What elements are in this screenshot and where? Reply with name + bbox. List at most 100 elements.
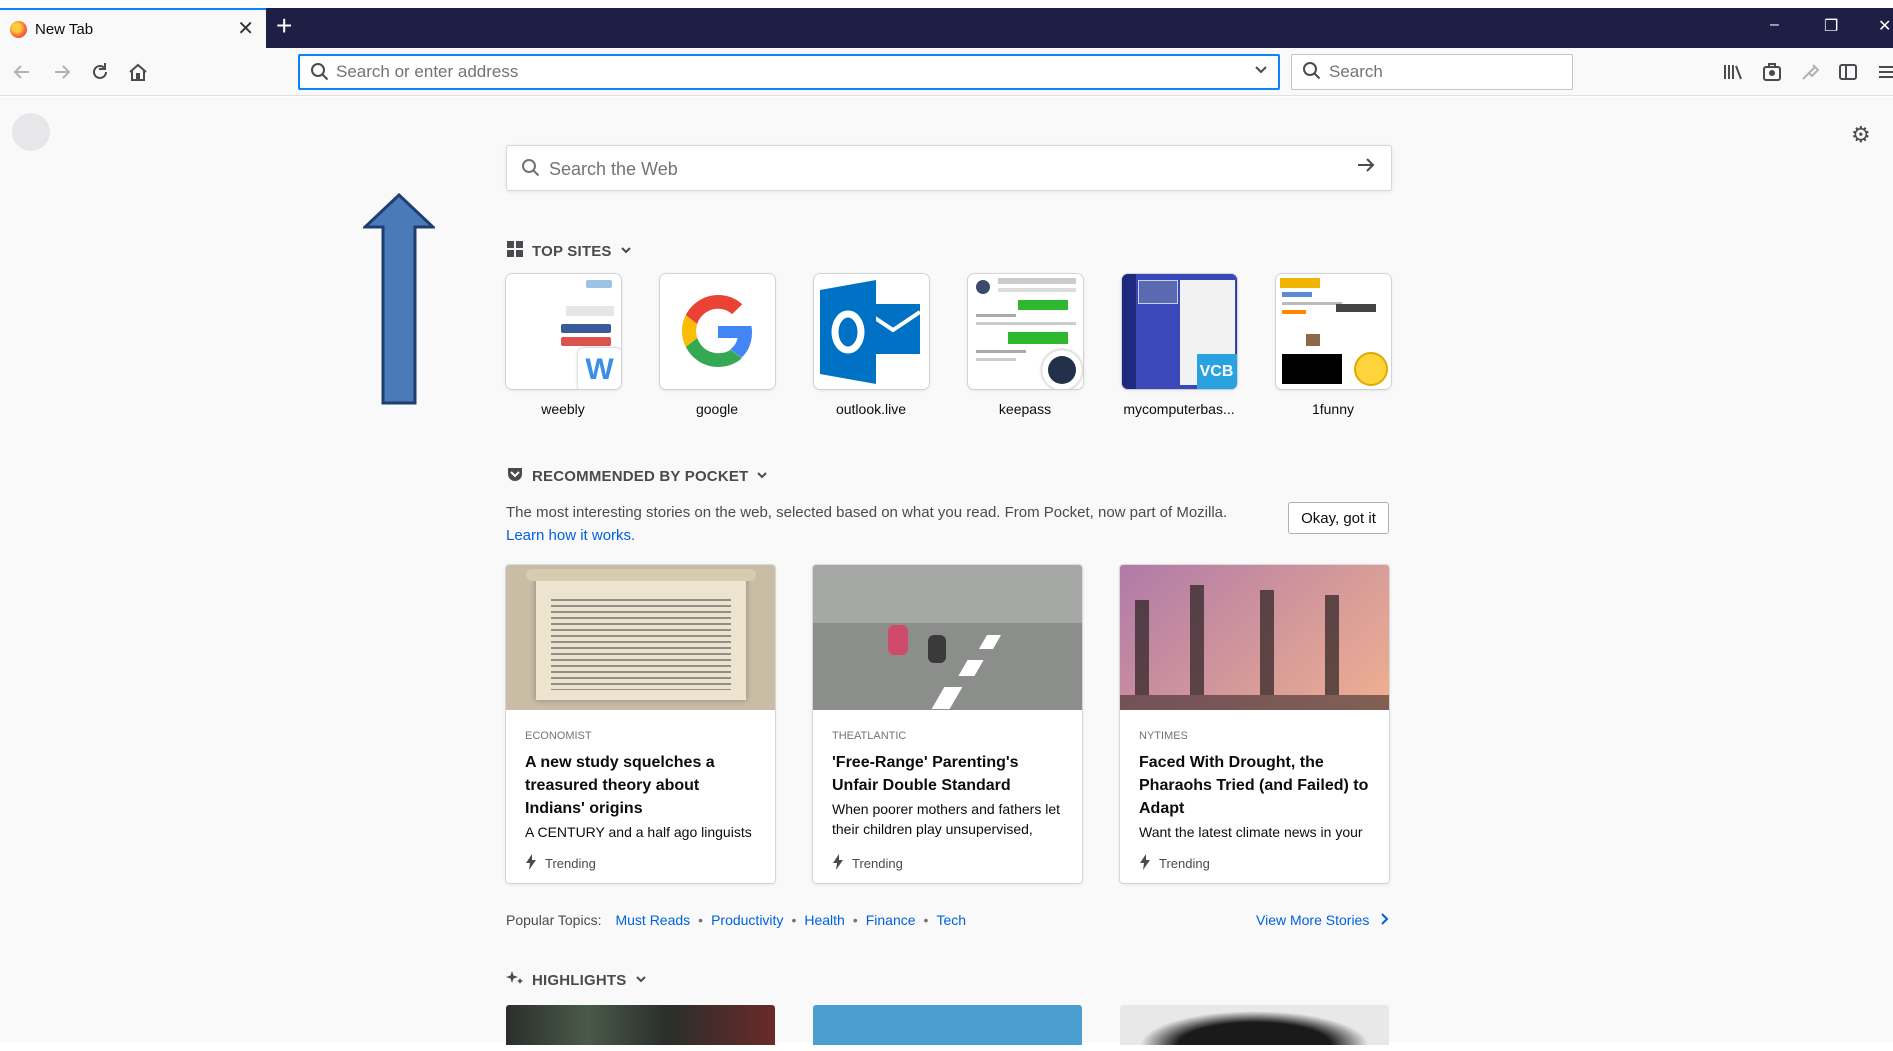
topics-label: Popular Topics: [506, 912, 602, 928]
search-icon [1302, 61, 1322, 86]
bolt-icon [525, 854, 537, 873]
chevron-down-icon[interactable] [635, 973, 647, 988]
back-button[interactable] [10, 60, 34, 84]
highlight-card[interactable] [1120, 1005, 1389, 1045]
site-label: keepass [998, 401, 1052, 417]
search-icon [310, 62, 330, 87]
topic-link[interactable]: Productivity [711, 912, 783, 928]
separator: • [791, 912, 797, 928]
story-context: Trending [832, 854, 903, 873]
view-more-label: View More Stories [1256, 912, 1370, 928]
separator: • [852, 912, 858, 928]
learn-how-link[interactable]: Learn how it works. [506, 527, 635, 544]
context-label: Trending [545, 856, 596, 871]
address-input[interactable] [336, 61, 1236, 83]
top-sites-title: TOP SITES [532, 242, 612, 260]
vcb-icon: VCB [1196, 354, 1237, 389]
firefox-icon [10, 20, 27, 38]
address-bar[interactable] [298, 54, 1280, 90]
close-tab-icon[interactable]: ✕ [237, 19, 254, 39]
site-label: 1funny [1311, 401, 1355, 417]
new-tab-button[interactable]: + [276, 12, 292, 40]
bolt-icon [1139, 854, 1151, 873]
screenshot-icon[interactable] [1760, 60, 1784, 84]
minimize-button[interactable]: – [1770, 16, 1779, 34]
top-site-keepass[interactable]: keepass [966, 274, 1084, 417]
reload-button[interactable] [88, 60, 112, 84]
search-input[interactable] [1329, 62, 1559, 82]
weebly-icon: W [577, 348, 621, 389]
pocket-title: RECOMMENDED BY POCKET [532, 467, 749, 485]
highlight-card[interactable] [506, 1005, 775, 1045]
story-card[interactable]: NYTIMES Faced With Drought, the Pharaohs… [1120, 565, 1389, 883]
top-site-weebly[interactable]: W weebly [504, 274, 622, 417]
mycomputerbasics-thumbnail: VCB [1121, 274, 1237, 389]
story-image [506, 565, 775, 710]
sidebar-icon[interactable] [1836, 60, 1860, 84]
restore-button[interactable]: ❐ [1824, 16, 1838, 36]
topic-link[interactable]: Tech [936, 912, 966, 928]
story-context: Trending [525, 854, 596, 873]
topic-link[interactable]: Must Reads [615, 912, 690, 928]
site-label: outlook.live [835, 401, 907, 417]
tab-new-tab[interactable]: New Tab ✕ [0, 8, 266, 48]
new-tab-page: ⚙ TOP SITES W weebly [0, 97, 1893, 1042]
arrow-right-icon[interactable] [1355, 154, 1377, 183]
context-label: Trending [1159, 856, 1210, 871]
web-search-box[interactable] [506, 145, 1392, 191]
outlook-thumbnail [813, 274, 929, 389]
search-icon [521, 158, 541, 183]
okay-got-it-button[interactable]: Okay, got it [1288, 502, 1389, 534]
topic-link[interactable]: Health [804, 912, 844, 928]
top-site-outlook[interactable]: outlook.live [812, 274, 930, 417]
story-title: Faced With Drought, the Pharaohs Tried (… [1139, 754, 1369, 817]
story-source: NYTIMES [1139, 730, 1188, 742]
top-site-1funny[interactable]: 1funny [1274, 274, 1392, 417]
lock-icon [1041, 350, 1082, 389]
sparkle-icon [506, 969, 524, 991]
navigation-toolbar [0, 48, 1893, 96]
site-label: weebly [541, 401, 585, 417]
site-label: google [695, 401, 739, 417]
story-excerpt: A CENTURY and a half ago linguists [525, 824, 752, 840]
chevron-right-icon [1379, 912, 1389, 928]
highlights-title: HIGHLIGHTS [532, 971, 627, 989]
extension-icon[interactable] [1798, 60, 1822, 84]
top-site-mycomputerbasics[interactable]: VCB mycomputerbas... [1120, 274, 1238, 417]
tab-title: New Tab [35, 20, 94, 38]
top-site-google[interactable]: google [658, 274, 776, 417]
gear-icon[interactable]: ⚙ [1851, 122, 1871, 148]
menu-icon[interactable] [1874, 60, 1893, 84]
web-search-input[interactable] [549, 157, 1329, 181]
outlook-icon [819, 280, 921, 384]
story-source: ECONOMIST [525, 730, 592, 742]
chevron-down-icon[interactable] [1254, 62, 1268, 79]
story-card[interactable]: ECONOMIST A new study squelches a treasu… [506, 565, 775, 883]
highlight-card[interactable] [813, 1005, 1082, 1045]
home-button[interactable] [126, 60, 150, 84]
chevron-down-icon[interactable] [756, 469, 768, 484]
pocket-description: The most interesting stories on the web,… [506, 501, 1246, 547]
story-image [1120, 565, 1389, 710]
story-excerpt: Want the latest climate news in your [1139, 824, 1363, 840]
up-arrow-annotation [363, 193, 435, 405]
chevron-down-icon[interactable] [620, 244, 632, 259]
google-thumbnail [659, 274, 775, 389]
grid-icon [506, 240, 524, 262]
story-title: A new study squelches a treasured theory… [525, 754, 715, 817]
search-bar[interactable] [1291, 54, 1573, 90]
story-source: THEATLANTIC [832, 730, 907, 742]
bolt-icon [832, 854, 844, 873]
smiley-icon [1353, 352, 1388, 386]
topic-link[interactable]: Finance [866, 912, 916, 928]
separator: • [698, 912, 704, 928]
pocket-description-text: The most interesting stories on the web,… [506, 504, 1228, 521]
library-icon[interactable] [1721, 60, 1745, 84]
highlights-header: HIGHLIGHTS [506, 969, 647, 991]
1funny-thumbnail [1275, 274, 1391, 389]
story-card[interactable]: THEATLANTIC 'Free-Range' Parenting's Unf… [813, 565, 1082, 883]
close-window-button[interactable]: ✕ [1878, 16, 1891, 36]
forward-button[interactable] [50, 60, 74, 84]
view-more-stories-link[interactable]: View More Stories [1256, 912, 1389, 928]
popular-topics: Popular Topics: Must Reads • Productivit… [506, 912, 966, 928]
